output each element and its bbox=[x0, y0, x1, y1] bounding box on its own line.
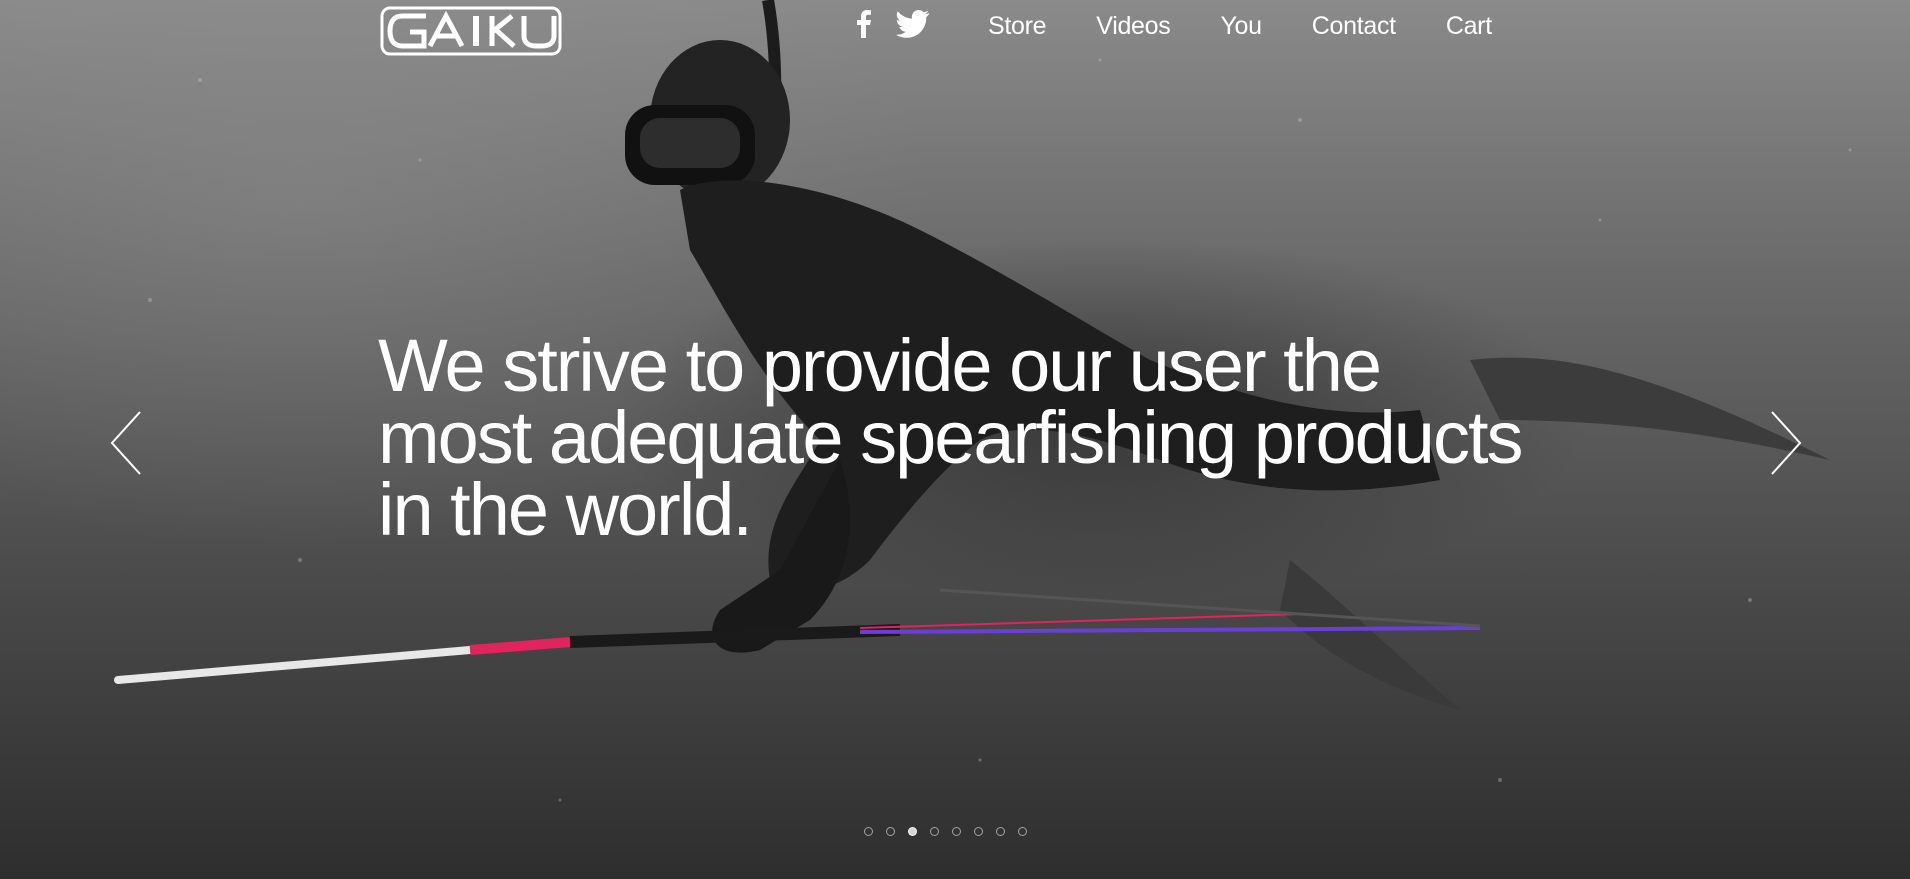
carousel-dot[interactable] bbox=[974, 827, 983, 836]
chevron-left-icon bbox=[110, 411, 141, 475]
headline-line: We strive to provide our user the bbox=[378, 324, 1382, 407]
main-nav: Store Videos You Contact Cart bbox=[856, 6, 1492, 46]
logo-mark bbox=[380, 6, 562, 56]
carousel-dot[interactable] bbox=[930, 827, 939, 836]
carousel-dot[interactable] bbox=[864, 827, 873, 836]
headline-line: most adequate spearfishing products bbox=[378, 396, 1524, 479]
top-navigation: Store Videos You Contact Cart bbox=[0, 0, 1910, 56]
nav-link-videos[interactable]: Videos bbox=[1096, 12, 1171, 41]
twitter-icon[interactable] bbox=[896, 9, 930, 43]
headline-line: in the world. bbox=[378, 468, 753, 551]
social-links bbox=[856, 9, 954, 43]
carousel-dot[interactable] bbox=[908, 827, 917, 836]
nav-link-cart[interactable]: Cart bbox=[1446, 12, 1492, 41]
carousel-dot[interactable] bbox=[996, 827, 1005, 836]
nav-link-store[interactable]: Store bbox=[988, 12, 1047, 41]
nav-link-contact[interactable]: Contact bbox=[1312, 12, 1396, 41]
carousel-next-button[interactable] bbox=[1764, 410, 1804, 476]
hero-headline: We strive to provide our user the most a… bbox=[378, 324, 1578, 551]
facebook-icon[interactable] bbox=[856, 9, 872, 43]
nav-link-you[interactable]: You bbox=[1220, 12, 1262, 41]
carousel-pagination bbox=[864, 827, 1040, 836]
chevron-right-icon bbox=[1771, 411, 1802, 475]
carousel-prev-button[interactable] bbox=[108, 410, 148, 476]
carousel-dot[interactable] bbox=[886, 827, 895, 836]
carousel-dot[interactable] bbox=[1018, 827, 1027, 836]
carousel-dot[interactable] bbox=[952, 827, 961, 836]
gaiku-logo[interactable] bbox=[380, 4, 564, 58]
